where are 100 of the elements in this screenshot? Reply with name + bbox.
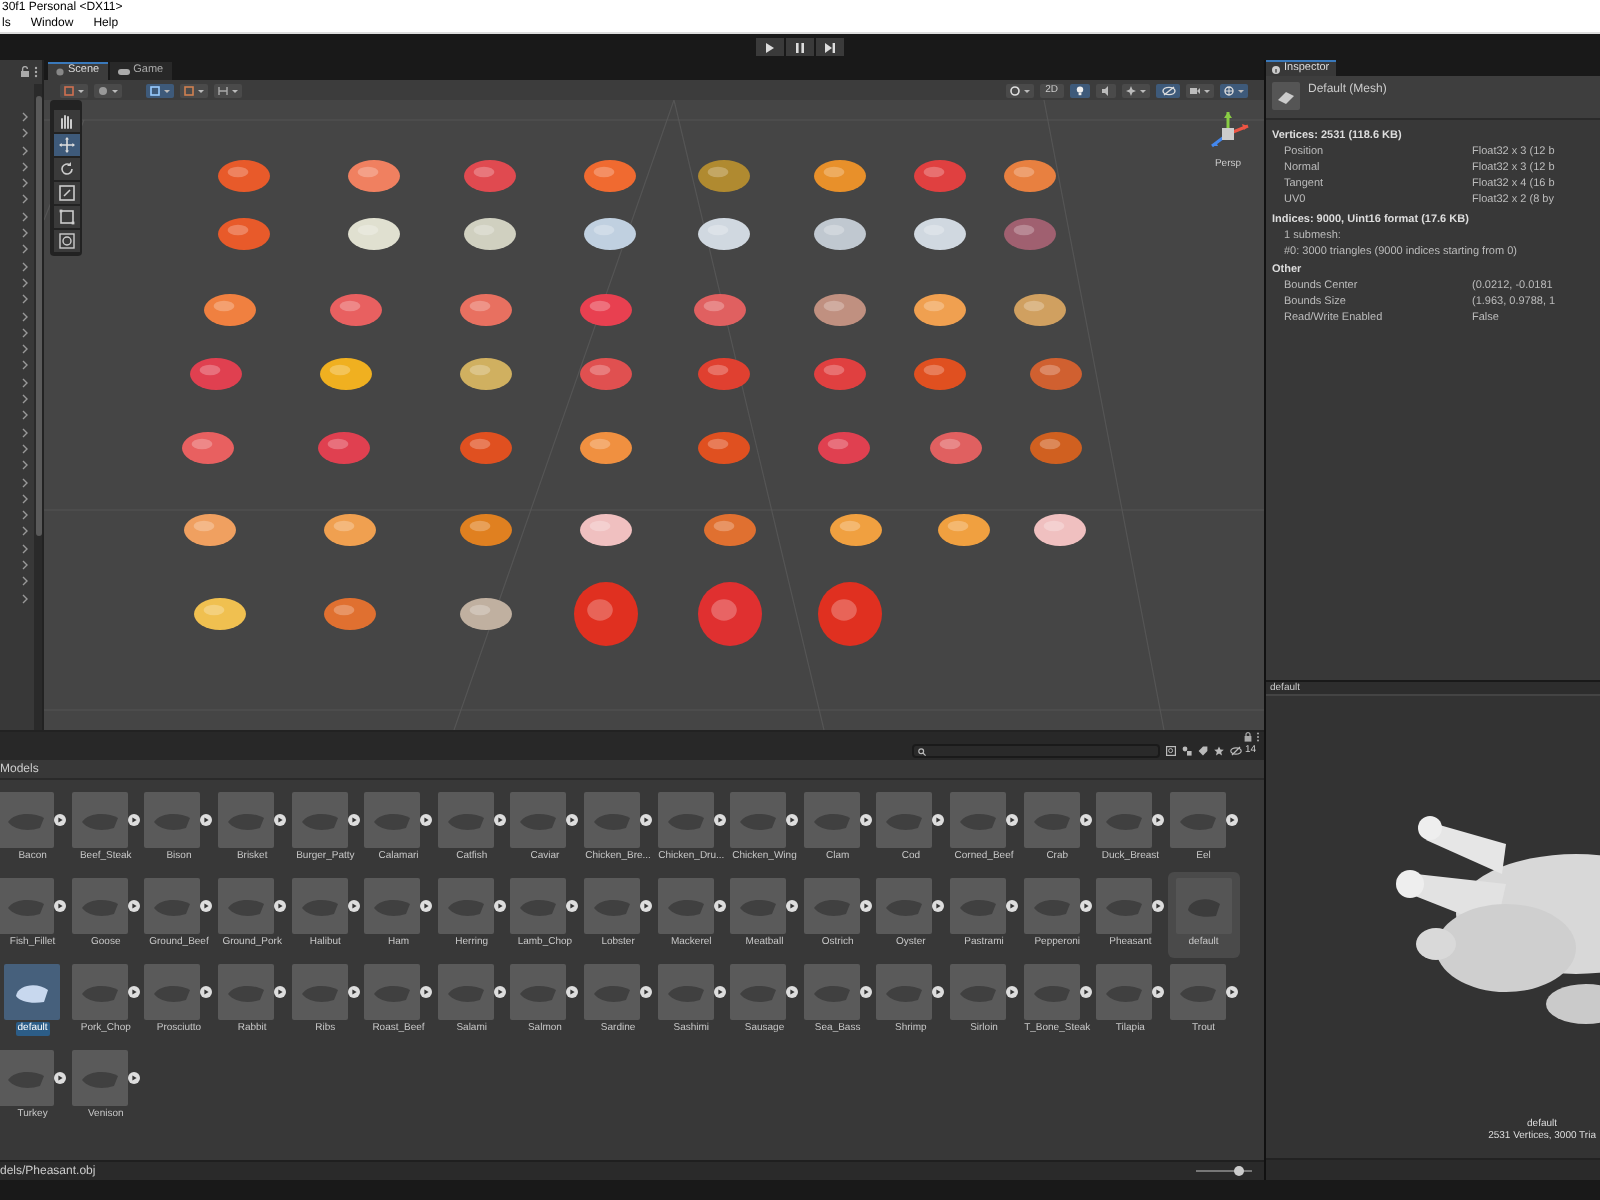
expand-button-icon[interactable] [274, 814, 287, 826]
rect-tool-button[interactable] [53, 206, 79, 228]
model-thumbnail[interactable] [950, 964, 1007, 1020]
model-thumbnail[interactable] [291, 964, 348, 1020]
model-thumbnail[interactable] [950, 792, 1007, 848]
expand-button-icon[interactable] [1079, 986, 1092, 998]
increment-dropdown[interactable] [214, 83, 242, 97]
gizmos-dropdown[interactable] [1220, 83, 1248, 97]
model-thumbnail[interactable] [71, 1050, 128, 1106]
model-thumbnail[interactable] [876, 964, 933, 1020]
model-thumbnail[interactable] [1096, 878, 1153, 934]
expand-button-icon[interactable] [566, 900, 579, 912]
camera-dropdown[interactable] [1186, 83, 1214, 97]
expand-button-icon[interactable] [1079, 900, 1092, 912]
expand-button-icon[interactable] [127, 814, 140, 826]
expand-button-icon[interactable] [859, 814, 872, 826]
model-thumbnail[interactable] [71, 792, 128, 848]
model-thumbnail[interactable] [1023, 878, 1080, 934]
model-thumbnail[interactable] [437, 964, 494, 1020]
visibility-toggle[interactable] [1156, 83, 1180, 97]
play-button[interactable] [756, 38, 784, 56]
food-models-drawing[interactable] [182, 160, 1086, 646]
expand-button-icon[interactable] [420, 814, 433, 826]
scene-search-icon[interactable] [1166, 746, 1177, 756]
expand-button-icon[interactable] [713, 900, 726, 912]
expand-button-icon[interactable] [786, 986, 799, 998]
model-thumbnail[interactable] [71, 964, 128, 1020]
expand-button-icon[interactable] [347, 814, 360, 826]
expand-button-icon[interactable] [54, 900, 67, 912]
model-thumbnail[interactable] [1096, 964, 1153, 1020]
expand-button-icon[interactable] [1152, 900, 1165, 912]
model-thumbnail[interactable] [510, 964, 567, 1020]
type-filter-icon[interactable] [1182, 746, 1193, 756]
move-tool-button[interactable] [53, 134, 79, 156]
expand-button-icon[interactable] [127, 1072, 140, 1084]
expand-button-icon[interactable] [493, 814, 506, 826]
expand-button-icon[interactable] [420, 900, 433, 912]
expand-button-icon[interactable] [786, 900, 799, 912]
expand-button-icon[interactable] [859, 900, 872, 912]
expand-button-icon[interactable] [566, 814, 579, 826]
expand-button-icon[interactable] [274, 900, 287, 912]
search-field[interactable] [912, 744, 1161, 758]
model-thumbnail[interactable] [1169, 792, 1226, 848]
model-thumbnail[interactable] [730, 878, 787, 934]
expand-button-icon[interactable] [566, 986, 579, 998]
expand-button-icon[interactable] [1079, 814, 1092, 826]
model-thumbnail[interactable] [364, 964, 421, 1020]
scale-tool-button[interactable] [53, 182, 79, 204]
model-thumbnail[interactable] [1023, 964, 1080, 1020]
expand-button-icon[interactable] [932, 814, 945, 826]
model-thumbnail[interactable] [144, 792, 201, 848]
shading-dropdown[interactable] [60, 83, 88, 97]
model-thumbnail[interactable] [584, 792, 641, 848]
expand-button-icon[interactable] [493, 900, 506, 912]
model-thumbnail[interactable] [876, 792, 933, 848]
model-thumbnail[interactable] [71, 878, 128, 934]
expand-button-icon[interactable] [1225, 814, 1238, 826]
lock-icon[interactable] [20, 66, 30, 78]
model-thumbnail[interactable] [1169, 964, 1226, 1020]
expand-button-icon[interactable] [200, 986, 213, 998]
model-thumbnail[interactable] [950, 878, 1007, 934]
expand-button-icon[interactable] [932, 900, 945, 912]
expand-button-icon[interactable] [640, 814, 653, 826]
expand-button-icon[interactable] [200, 814, 213, 826]
model-thumbnail[interactable] [1023, 792, 1080, 848]
expand-button-icon[interactable] [347, 900, 360, 912]
expand-button-icon[interactable] [1152, 986, 1165, 998]
expand-button-icon[interactable] [640, 986, 653, 998]
lighting-toggle[interactable] [1070, 83, 1090, 97]
expand-button-icon[interactable] [932, 986, 945, 998]
expand-button-icon[interactable] [127, 986, 140, 998]
scrollbar[interactable] [34, 84, 42, 730]
expand-button-icon[interactable] [493, 986, 506, 998]
effects-dropdown[interactable] [1122, 83, 1150, 97]
expand-button-icon[interactable] [420, 986, 433, 998]
model-thumbnail[interactable] [0, 1050, 55, 1106]
expand-button-icon[interactable] [1152, 814, 1165, 826]
model-thumbnail[interactable] [730, 964, 787, 1020]
expand-button-icon[interactable] [1225, 986, 1238, 998]
scene-viewport[interactable] [44, 100, 1264, 730]
model-thumbnail[interactable] [803, 964, 860, 1020]
model-thumbnail[interactable] [803, 878, 860, 934]
model-thumbnail[interactable] [291, 792, 348, 848]
model-thumbnail[interactable] [437, 792, 494, 848]
expand-button-icon[interactable] [1006, 986, 1019, 998]
expand-button-icon[interactable] [640, 900, 653, 912]
sphere-dropdown[interactable] [94, 83, 122, 97]
expand-button-icon[interactable] [713, 814, 726, 826]
expand-button-icon[interactable] [127, 900, 140, 912]
model-thumbnail[interactable] [144, 878, 201, 934]
hand-tool-button[interactable] [53, 110, 79, 132]
model-thumbnail[interactable] [657, 964, 714, 1020]
expand-button-icon[interactable] [786, 814, 799, 826]
expand-button-icon[interactable] [347, 986, 360, 998]
model-thumbnail[interactable] [291, 878, 348, 934]
expand-button-icon[interactable] [713, 986, 726, 998]
model-thumbnail[interactable] [218, 964, 275, 1020]
audio-toggle[interactable] [1096, 83, 1116, 97]
model-thumbnail[interactable] [1175, 878, 1232, 934]
model-thumbnail[interactable] [510, 878, 567, 934]
